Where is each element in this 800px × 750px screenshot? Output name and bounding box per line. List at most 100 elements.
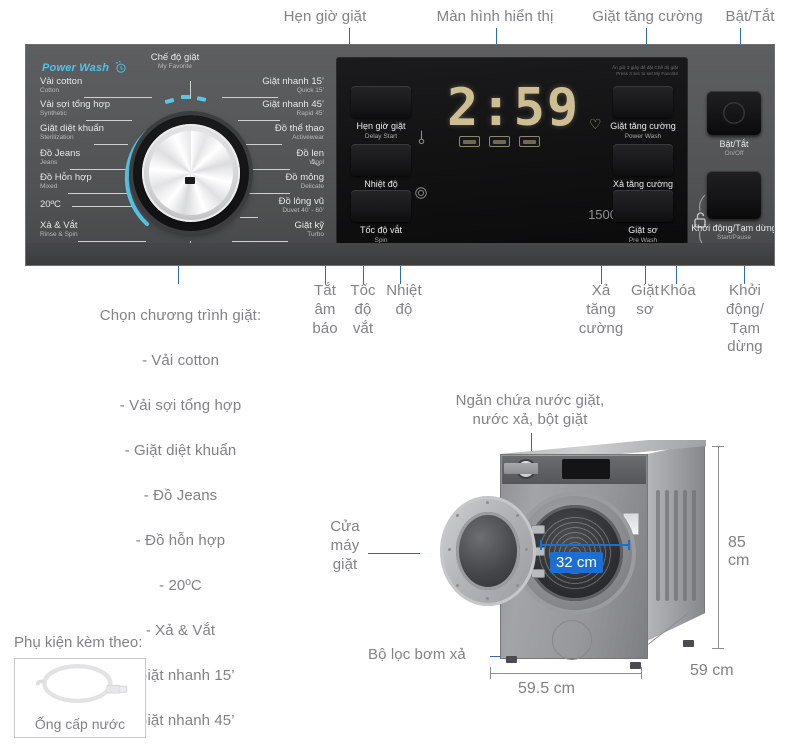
program-list-item: - Đồ Jeans: [143, 486, 218, 504]
program-jeans-en: Jeans: [40, 158, 58, 166]
program-mixed-vi: Đồ Hỗn hợp: [40, 172, 92, 183]
callout-mute: Tắt âm báo: [312, 282, 338, 337]
program-my-favorite-en: My Favorite: [158, 62, 192, 70]
program-spin-only-en: Spin Only: [176, 254, 206, 262]
start-pause-button[interactable]: [707, 171, 761, 219]
program-quick15-en: Quick 15’: [296, 86, 324, 94]
power-wash-logo-label: Power Wash: [42, 62, 110, 74]
door-hinge-bottom: [532, 570, 544, 577]
program-jeans: Đồ Jeans Jeans: [40, 149, 80, 167]
lcd-display: 2:59 ♡ 1500: [415, 76, 627, 230]
height-dimension-label: 85 cm: [728, 534, 750, 569]
machine-foot-back: [683, 640, 694, 647]
spin-label-vi: Tốc độ vắt: [359, 225, 403, 235]
extra-rinse-button[interactable]: [613, 144, 673, 176]
program-synthetic-vi: Vải sợi tổng hợp: [40, 99, 111, 110]
spin-button[interactable]: [351, 190, 411, 222]
program-list-item: - Vải cotton: [141, 351, 220, 369]
program-activewear-en: Activewear: [292, 133, 324, 141]
callout-temp: Nhiệt độ: [386, 282, 422, 318]
program-turbo-vi: Giặt kỹ: [294, 220, 324, 231]
program-rapid45: Giặt nhanh 45’ Rapid 45’: [262, 100, 324, 118]
callout-child-lock: Khóa: [660, 282, 696, 299]
delay-start-label-vi: Hẹn giờ giặt: [356, 121, 406, 131]
dial-tick-bottom: [190, 241, 191, 253]
dial-tick-mixed: [68, 193, 130, 194]
thermometer-icon: [418, 130, 425, 145]
program-selector-knob[interactable]: [133, 115, 249, 231]
dial-dash-2: [181, 95, 190, 99]
width-dimension-tick-right: [641, 667, 642, 679]
washing-machine-illustration: 32 cm 85 cm 59.5 cm 59 cm: [440, 430, 749, 697]
accessories-title: Phụ kiện kèm theo:: [14, 634, 143, 651]
height-dimension-tick-bottom: [712, 648, 724, 649]
leader-line-door: [368, 553, 420, 554]
spin-indicator-icon: [519, 136, 540, 147]
dial-tick-cotton: [84, 97, 152, 98]
spin-icon: [415, 187, 427, 199]
accessory-name: Ống cấp nước: [34, 716, 126, 732]
door-diameter-arrow-head-right: [628, 540, 630, 550]
program-rinse-spin-en: Rinse & Spin: [40, 230, 78, 238]
machine-foot-right: [630, 662, 641, 669]
program-rapid45-vi: Giặt nhanh 45’: [262, 99, 324, 110]
knob-ring: [142, 124, 240, 222]
pre-wash-label-vi: Giặt sơ: [628, 225, 658, 235]
program-mixed-en: Mixed: [40, 182, 58, 190]
program-20c: 20ºC: [40, 200, 61, 210]
rinse-indicator-icon: [489, 136, 510, 147]
width-dimension-line: [490, 673, 642, 674]
program-sterilization-en: Sterilization: [40, 133, 74, 141]
depth-dimension-label: 59 cm: [690, 662, 734, 679]
temp-label-vi: Nhiệt độ: [364, 179, 398, 189]
machine-door-glass: [456, 512, 520, 590]
temp-button[interactable]: [351, 144, 411, 176]
program-list-item: - 20ºC: [159, 576, 202, 594]
power-icon: [723, 102, 745, 124]
on-off-label-en: On/Off: [724, 150, 744, 158]
on-off-button[interactable]: [707, 91, 761, 135]
pre-wash-button[interactable]: [613, 190, 673, 222]
program-delicate-en: Delicate: [300, 182, 324, 190]
start-pause-label-vi: Khởi động/Tạm dừng: [691, 223, 775, 233]
width-dimension-tick-left: [490, 667, 491, 679]
program-turbo: Giặt kỹ Turbo: [294, 221, 324, 239]
program-spin-only: Vắt Spin Only: [146, 245, 236, 263]
door-diameter-arrow: [540, 544, 630, 546]
height-dimension-tick-top: [712, 446, 724, 447]
program-quick15-vi: Giặt nhanh 15’: [262, 76, 324, 87]
delicate-wash-icon: [311, 159, 321, 166]
machine-display-strip: [562, 459, 610, 479]
program-synthetic: Vải sợi tổng hợp Synthetic: [40, 100, 110, 118]
program-duvet: Đồ lông vũ Duvet 40’ - 60’: [279, 197, 324, 215]
power-wash-button[interactable]: [613, 86, 673, 118]
machine-side-panel: [647, 442, 705, 641]
knob-face: [149, 131, 233, 215]
wash-indicator-icon: [459, 136, 480, 147]
program-delicate-vi: Đồ mỏng: [285, 172, 324, 183]
program-cotton: Vải cotton Cotton: [40, 77, 82, 95]
extra-rinse-label-vi: Xả tăng cường: [613, 179, 673, 189]
program-turbo-en: Turbo: [307, 230, 324, 238]
dial-dash-3: [196, 96, 207, 102]
program-20c-vi: 20ºC: [40, 199, 61, 210]
spin-label-en: Spin: [374, 236, 388, 244]
program-list-item: - Giặt diệt khuẩn: [124, 441, 237, 459]
power-wash-label-vi: Giặt tăng cường: [610, 121, 676, 131]
callout-start-pause: Khởi động/ Tạm dừng: [725, 282, 765, 356]
delay-start-button[interactable]: [351, 86, 411, 118]
door-diameter-badge: 32 cm: [550, 552, 603, 573]
program-activewear: Đồ thể thao Activewear: [275, 124, 324, 142]
width-dimension-label: 59.5 cm: [518, 680, 575, 697]
program-rapid45-en: Rapid 45’: [296, 109, 324, 117]
callout-on-off: Bật/Tắt: [725, 8, 775, 25]
program-jeans-vi: Đồ Jeans: [40, 148, 81, 159]
program-cotton-vi: Vải cotton: [40, 76, 83, 87]
callout-door: Cửa máy giặt: [330, 518, 360, 573]
drain-pump-filter: [552, 620, 592, 660]
start-pause-label: Khởi động/Tạm dừng Start/Pause: [669, 223, 775, 242]
detergent-drawer: [504, 463, 538, 474]
callout-spin-speed: Tốc độ vắt: [350, 282, 376, 337]
accessory-card: Ống cấp nước: [14, 658, 146, 738]
dial-tick-jeans: [70, 169, 128, 170]
